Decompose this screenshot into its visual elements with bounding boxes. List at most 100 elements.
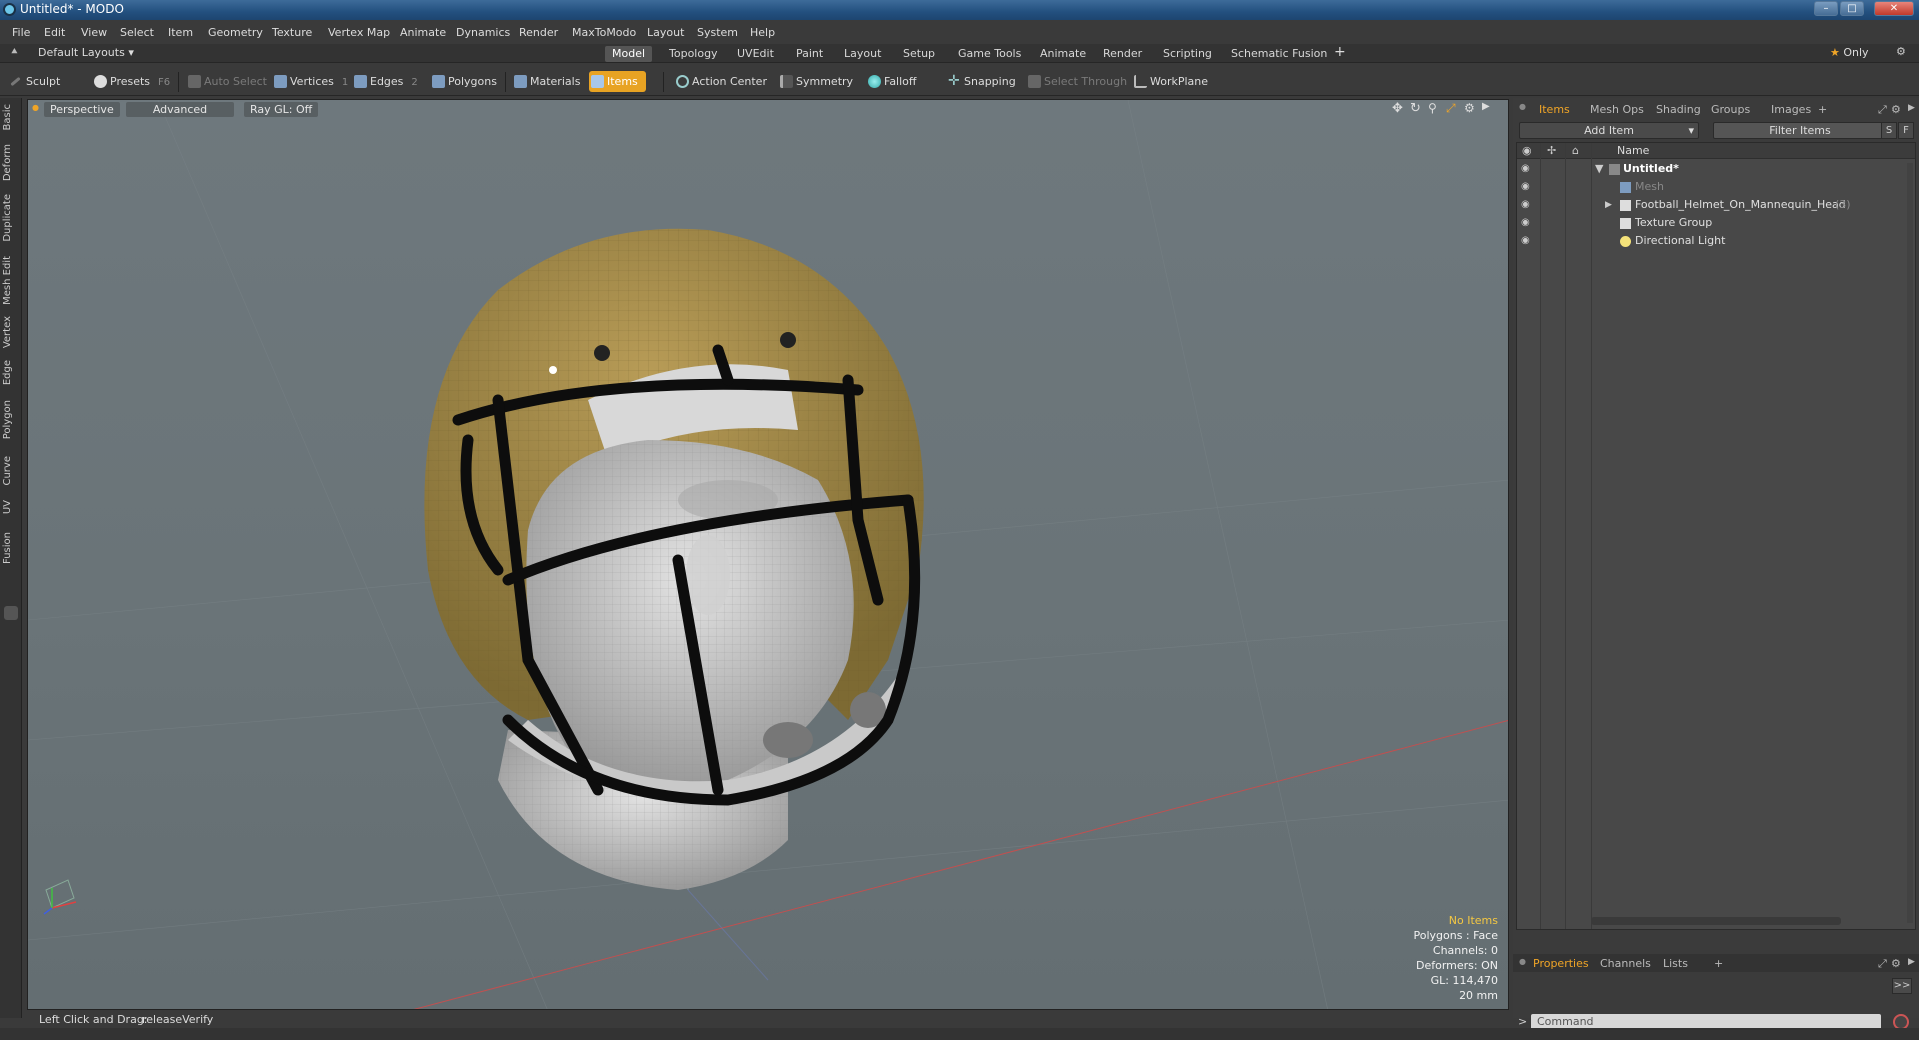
tab-vertex[interactable]: Vertex <box>2 316 20 348</box>
item-row-directional-light[interactable]: ◉ Directional Light <box>1517 232 1915 250</box>
tab-model[interactable]: Model <box>605 46 653 62</box>
materials-button[interactable]: Materials <box>512 71 580 92</box>
gear-icon[interactable]: ⚙ <box>1896 45 1906 58</box>
properties-expand-icon[interactable]: ▶ <box>1908 957 1915 967</box>
strip-toggle-button[interactable] <box>4 606 18 620</box>
workplane-button[interactable]: WorkPlane <box>1132 71 1208 92</box>
layouts-dropdown[interactable]: Default Layouts ▾ <box>38 46 134 59</box>
action-center-button[interactable]: Action Center <box>674 71 767 92</box>
maximize-button[interactable]: □ <box>1840 1 1864 16</box>
eye-icon[interactable]: ◉ <box>1521 218 1533 228</box>
add-tab-icon[interactable]: + <box>1334 44 1346 60</box>
eye-icon[interactable]: ◉ <box>1521 182 1533 192</box>
horizontal-scrollbar[interactable] <box>1591 917 1841 925</box>
add-panel-tab-icon[interactable]: + <box>1818 103 1827 116</box>
tab-schematic-fusion[interactable]: Schematic Fusion <box>1224 46 1334 62</box>
tab-deform[interactable]: Deform <box>2 144 20 181</box>
menu-vertex-map[interactable]: Vertex Map <box>328 26 390 39</box>
panel-gear-icon[interactable]: ⚙ <box>1891 103 1901 116</box>
expand-icon[interactable]: ▼ <box>1595 160 1603 178</box>
eye-icon[interactable]: ◉ <box>1521 164 1533 174</box>
tab-uvedit[interactable]: UVEdit <box>730 46 781 62</box>
add-properties-tab-icon[interactable]: + <box>1714 957 1723 970</box>
menu-texture[interactable]: Texture <box>272 26 312 39</box>
item-row-mesh[interactable]: ◉ Mesh <box>1517 178 1915 196</box>
viewport-menu-icon[interactable]: ● <box>32 103 39 112</box>
tab-curve[interactable]: Curve <box>2 456 20 486</box>
menu-view[interactable]: View <box>81 26 107 39</box>
item-row-football-helmet[interactable]: ◉ ▶ Football_Helmet_On_Mannequin_Head (3… <box>1517 196 1915 214</box>
panel-maximize-icon[interactable]: ⤢ <box>1878 103 1887 117</box>
tab-mesh-ops[interactable]: Mesh Ops <box>1590 103 1644 116</box>
layout-collapse-icon[interactable]: ⯅ <box>10 45 19 59</box>
vertical-scrollbar[interactable] <box>1907 163 1913 923</box>
eye-icon[interactable]: ◉ <box>1521 200 1533 210</box>
minimize-button[interactable]: – <box>1814 1 1838 16</box>
filter-items-input[interactable]: Filter Items <box>1713 122 1887 139</box>
sculpt-button[interactable]: Sculpt <box>8 71 60 92</box>
expand-icon[interactable]: ▶ <box>1605 196 1612 214</box>
f-button[interactable]: F <box>1898 122 1914 139</box>
falloff-button[interactable]: Falloff <box>866 71 916 92</box>
snapping-button[interactable]: ✛ Snapping <box>946 71 1016 92</box>
raygl-button[interactable]: Ray GL: Off <box>244 102 319 117</box>
menu-layout[interactable]: Layout <box>647 26 684 39</box>
tab-channels[interactable]: Channels <box>1600 957 1651 970</box>
fit-icon[interactable]: ⤢ <box>1446 101 1456 116</box>
tab-basic[interactable]: Basic <box>2 104 20 130</box>
tab-shading[interactable]: Shading <box>1656 103 1701 116</box>
tab-items[interactable]: Items <box>1539 103 1570 116</box>
tab-uv[interactable]: UV <box>2 500 20 514</box>
menu-edit[interactable]: Edit <box>44 26 65 39</box>
vertices-button[interactable]: Vertices 1 <box>272 71 348 92</box>
properties-menu-icon[interactable]: ● <box>1519 957 1526 966</box>
3d-viewport[interactable]: ● Perspective Advanced Ray GL: Off ✥ ↻ ⚲… <box>27 99 1509 1010</box>
panel-menu-icon[interactable]: ● <box>1519 102 1526 111</box>
s-button[interactable]: S <box>1881 122 1897 139</box>
symmetry-button[interactable]: Symmetry <box>778 71 853 92</box>
view-type-button[interactable]: Perspective <box>44 102 120 117</box>
properties-maximize-icon[interactable]: ⤢ <box>1878 957 1887 971</box>
name-column-header[interactable]: Name <box>1617 144 1649 157</box>
pan-icon[interactable]: ✥ <box>1392 101 1403 116</box>
properties-gear-icon[interactable]: ⚙ <box>1891 957 1901 970</box>
viewport-expand-icon[interactable]: ▶ <box>1482 101 1490 112</box>
tab-animate[interactable]: Animate <box>1033 46 1093 62</box>
items-button[interactable]: Items <box>589 71 646 92</box>
tab-lists[interactable]: Lists <box>1663 957 1688 970</box>
panel-expand-icon[interactable]: ▶ <box>1908 103 1915 113</box>
close-button[interactable]: ✕ <box>1874 1 1914 16</box>
tab-mesh-edit[interactable]: Mesh Edit <box>2 256 20 305</box>
menu-help[interactable]: Help <box>750 26 775 39</box>
tab-paint[interactable]: Paint <box>789 46 830 62</box>
shading-mode-button[interactable]: Advanced <box>126 102 234 117</box>
tab-topology[interactable]: Topology <box>662 46 725 62</box>
edges-button[interactable]: Edges 2 <box>352 71 418 92</box>
menu-geometry[interactable]: Geometry <box>208 26 263 39</box>
tab-images[interactable]: Images <box>1771 103 1811 116</box>
tab-fusion[interactable]: Fusion <box>2 532 20 564</box>
tab-edge[interactable]: Edge <box>2 360 20 385</box>
zoom-icon[interactable]: ⚲ <box>1428 101 1437 115</box>
item-row-texture-group[interactable]: ◉ Texture Group <box>1517 214 1915 232</box>
item-row-untitled[interactable]: ◉ ▼ Untitled* <box>1517 160 1915 178</box>
menu-file[interactable]: File <box>12 26 30 39</box>
only-toggle[interactable]: ★ Only <box>1830 46 1869 59</box>
add-item-dropdown[interactable]: Add Item ▾ <box>1519 122 1699 139</box>
menu-maxtomodo[interactable]: MaxToModo <box>572 26 636 39</box>
tab-setup[interactable]: Setup <box>896 46 942 62</box>
auto-select-button[interactable]: Auto Select <box>186 71 267 92</box>
tab-properties[interactable]: Properties <box>1533 957 1589 970</box>
presets-button[interactable]: Presets F6 <box>92 71 170 92</box>
type-column-icon[interactable]: ⌂ <box>1572 144 1579 157</box>
eye-icon[interactable]: ◉ <box>1521 236 1533 246</box>
menu-item[interactable]: Item <box>168 26 193 39</box>
visibility-column-icon[interactable]: ◉ <box>1522 144 1532 157</box>
tab-render[interactable]: Render <box>1096 46 1149 62</box>
select-through-button[interactable]: Select Through <box>1026 71 1127 92</box>
tab-scripting[interactable]: Scripting <box>1156 46 1219 62</box>
expand-properties-button[interactable]: >> <box>1892 978 1912 994</box>
menu-dynamics[interactable]: Dynamics <box>456 26 510 39</box>
rotate-icon[interactable]: ↻ <box>1410 101 1421 116</box>
viewport-settings-icon[interactable]: ⚙ <box>1464 101 1475 115</box>
